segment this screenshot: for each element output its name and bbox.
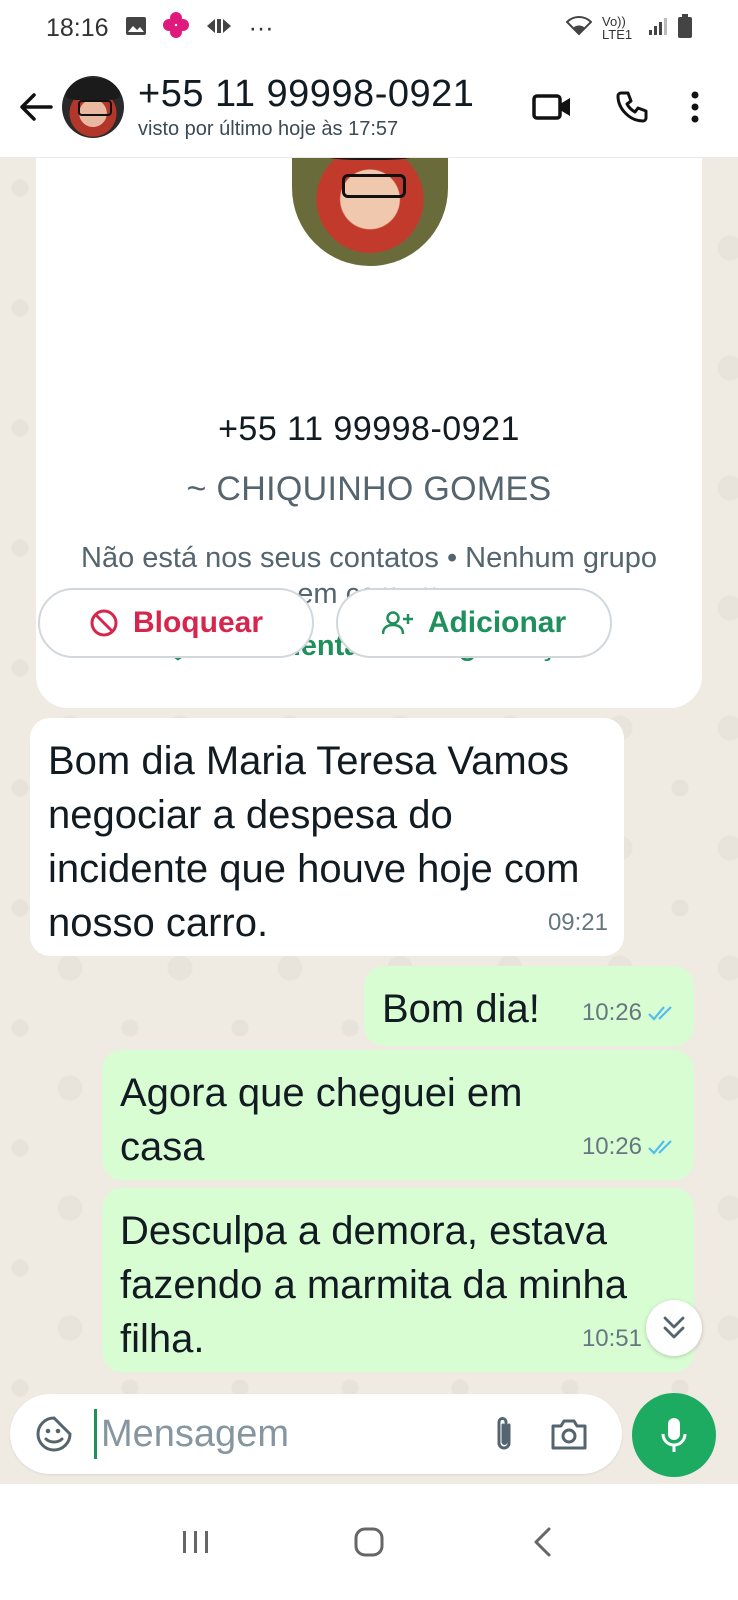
double-chevron-down-icon [663, 1316, 685, 1339]
gallery-icon [125, 14, 147, 43]
system-nav-bar [0, 1484, 738, 1600]
message-text: Bom dia Maria Teresa Vamos negociar a de… [48, 739, 580, 945]
message-meta: 10:26 [582, 986, 678, 1040]
message-bubble-incoming[interactable]: Bom dia Maria Teresa Vamos negociar a de… [30, 718, 624, 956]
add-label: Adicionar [427, 606, 567, 639]
video-call-button[interactable] [512, 77, 592, 137]
wifi-icon [565, 15, 593, 41]
block-icon [90, 609, 118, 637]
message-time-label: 09:21 [547, 909, 608, 936]
nav-back-icon [534, 1527, 551, 1557]
more-options-button[interactable] [672, 77, 718, 137]
message-time-label: 10:26 [581, 1133, 642, 1160]
contact-avatar[interactable] [62, 75, 124, 138]
contact-info[interactable]: +55 11 99998-0921 visto por último hoje … [138, 72, 512, 141]
status-bar: 18:16 ··· Vo)) LTE1 [0, 0, 738, 56]
chat-header: +55 11 99998-0921 visto por último hoje … [0, 56, 738, 158]
back-button[interactable] [10, 77, 62, 137]
message-meta: 10:26 [582, 1120, 678, 1174]
video-call-icon [532, 93, 570, 120]
camera-button[interactable] [534, 1404, 604, 1464]
voice-call-button[interactable] [592, 77, 672, 137]
card-name: ~ CHIQUINHO GOMES [186, 470, 552, 508]
card-avatar [292, 158, 448, 266]
signal-icon [648, 16, 668, 41]
carrier-icon [205, 14, 233, 43]
status-time: 18:16 [46, 13, 109, 42]
scroll-to-bottom-button[interactable] [646, 1300, 702, 1356]
home-button[interactable] [329, 1502, 409, 1582]
microphone-icon [661, 1418, 687, 1452]
sticker-emoji-button[interactable] [24, 1404, 84, 1464]
message-bubble-outgoing[interactable]: Agora que cheguei em casa 10:26 [102, 1050, 694, 1180]
camera-icon [551, 1419, 587, 1450]
block-button[interactable]: Bloquear [38, 588, 314, 658]
read-ticks-icon [648, 1006, 672, 1021]
nav-back-button[interactable] [502, 1502, 582, 1582]
message-bubble-outgoing[interactable]: Bom dia! 10:26 [364, 966, 694, 1046]
message-bubble-outgoing[interactable]: Desculpa a demora, estava fazendo a marm… [102, 1188, 694, 1372]
recents-icon [183, 1531, 209, 1553]
composer [10, 1394, 622, 1474]
last-seen: visto por último hoje às 17:57 [138, 118, 399, 140]
block-label: Bloquear [132, 606, 264, 639]
battery-icon [678, 13, 692, 43]
home-icon [354, 1527, 384, 1557]
emoji-sticker-icon [36, 1416, 72, 1452]
card-phone: +55 11 99998-0921 [218, 410, 520, 448]
back-arrow-icon [20, 92, 53, 121]
contact-phone: +55 11 99998-0921 [138, 73, 475, 115]
attach-button[interactable] [474, 1404, 534, 1464]
message-time: 09:21 [548, 896, 608, 950]
paperclip-icon [497, 1417, 511, 1450]
message-time-label: 10:51 [581, 1325, 642, 1352]
status-more: ··· [248, 13, 274, 42]
message-time-label: 10:26 [581, 999, 642, 1026]
voice-message-button[interactable] [632, 1393, 716, 1477]
more-vertical-icon [691, 91, 699, 122]
recents-button[interactable] [156, 1502, 236, 1582]
read-ticks-icon [648, 1140, 672, 1155]
add-person-icon [381, 611, 413, 635]
message-input[interactable] [94, 1409, 474, 1459]
network-label: Vo)) LTE1 [602, 14, 633, 42]
phone-icon [616, 91, 648, 122]
app-flower-icon [162, 11, 189, 45]
chat-area[interactable]: +55 11 99998-0921 ~ CHIQUINHO GOMES Não … [0, 158, 738, 1406]
add-contact-button[interactable]: Adicionar [336, 588, 612, 658]
message-text: Agora que cheguei em casa [120, 1071, 523, 1169]
